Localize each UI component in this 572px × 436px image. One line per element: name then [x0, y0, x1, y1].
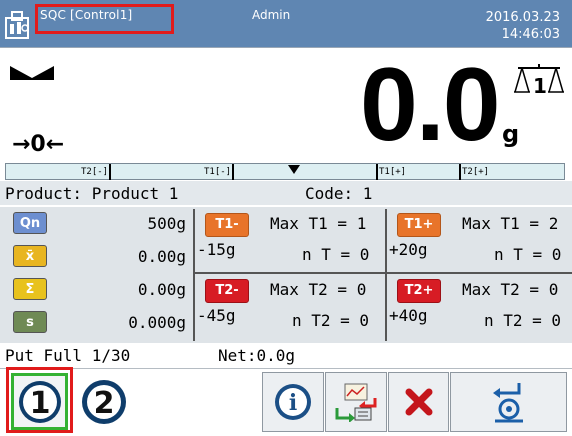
t1-plus-button[interactable]: T1+ [397, 213, 441, 237]
sum-stat-button[interactable]: Σ [13, 278, 47, 300]
program-1-button[interactable]: 1 [11, 373, 68, 430]
info-icon: i [275, 384, 311, 420]
zero-indicator: →0← [12, 132, 65, 157]
t1-minus-count: n T = 0 [302, 245, 370, 264]
svg-text:i: i [289, 390, 297, 416]
t2-plus-button[interactable]: T2+ [397, 279, 441, 303]
export-report-icon [335, 383, 377, 422]
t1-minus-button[interactable]: T1- [205, 213, 249, 237]
t2-minus-button[interactable]: T2- [205, 279, 249, 303]
t2-minus-value: -45g [197, 306, 236, 325]
balance-range-icon: 1 [514, 64, 564, 98]
weight-unit: g [502, 120, 520, 148]
t2-plus-max: Max T2 = 0 [462, 280, 559, 299]
number-2-icon: 2 [82, 379, 126, 424]
date-display: 2016.03.23 [485, 10, 560, 25]
product-name: Product: Product 1 [5, 184, 179, 203]
number-1-icon: 1 [18, 380, 61, 423]
t1-plus-value: +20g [389, 240, 428, 259]
bargraph-pointer-icon [288, 165, 300, 174]
t2-minus-max: Max T2 = 0 [270, 280, 367, 299]
std-dev-stat-button[interactable]: s [13, 311, 47, 333]
t1-minus-max: Max T1 = 1 [270, 214, 367, 233]
quantity-value: 500g [147, 214, 186, 233]
range-number: 1 [533, 74, 547, 98]
info-button[interactable]: i [262, 372, 324, 432]
t2-plus-value: +40g [389, 306, 428, 325]
t1-plus-count: n T = 0 [494, 245, 562, 264]
t1-plus-max: Max T1 = 2 [462, 214, 559, 233]
std-dev-value: 0.000g [128, 313, 186, 332]
bargraph-marker: T1[+] [376, 164, 406, 180]
close-icon [405, 388, 432, 416]
time-display: 14:46:03 [501, 27, 560, 42]
svg-text:2: 2 [94, 386, 115, 421]
mean-stat-button[interactable]: x̄ [13, 245, 47, 267]
divider [193, 272, 572, 274]
export-data-button[interactable] [325, 372, 387, 432]
weight-value: 0.0 [360, 47, 501, 163]
bargraph-marker: T1[-] [204, 164, 235, 180]
bargraph-marker: T2[-] [81, 164, 112, 180]
stability-indicator-icon [10, 66, 54, 80]
product-code: Code: 1 [305, 184, 373, 203]
sum-value: 0.00g [137, 280, 186, 299]
tare-button[interactable] [450, 372, 567, 432]
svg-text:1: 1 [29, 386, 50, 421]
program-2-button[interactable]: 2 [75, 373, 133, 430]
divider [385, 209, 387, 341]
net-weight: Net:0.0g [218, 346, 296, 365]
mean-value: 0.00g [137, 247, 186, 266]
t2-plus-count: n T2 = 0 [484, 311, 562, 330]
scale-logo-icon [5, 11, 29, 39]
t1-minus-value: -15g [197, 240, 236, 259]
t2-minus-count: n T2 = 0 [292, 311, 370, 330]
cancel-button[interactable] [388, 372, 449, 432]
threshold-bargraph: T2[-] T1[-] T1[+] T2[+] [5, 163, 565, 180]
divider [193, 209, 195, 341]
title-highlight-box [35, 4, 174, 34]
put-status: Put Full 1/30 [5, 346, 131, 365]
tare-icon [492, 383, 523, 423]
user-name: Admin [252, 8, 291, 22]
bargraph-marker: T2[+] [459, 164, 489, 180]
quantity-stat-button[interactable]: Qn [13, 212, 47, 234]
